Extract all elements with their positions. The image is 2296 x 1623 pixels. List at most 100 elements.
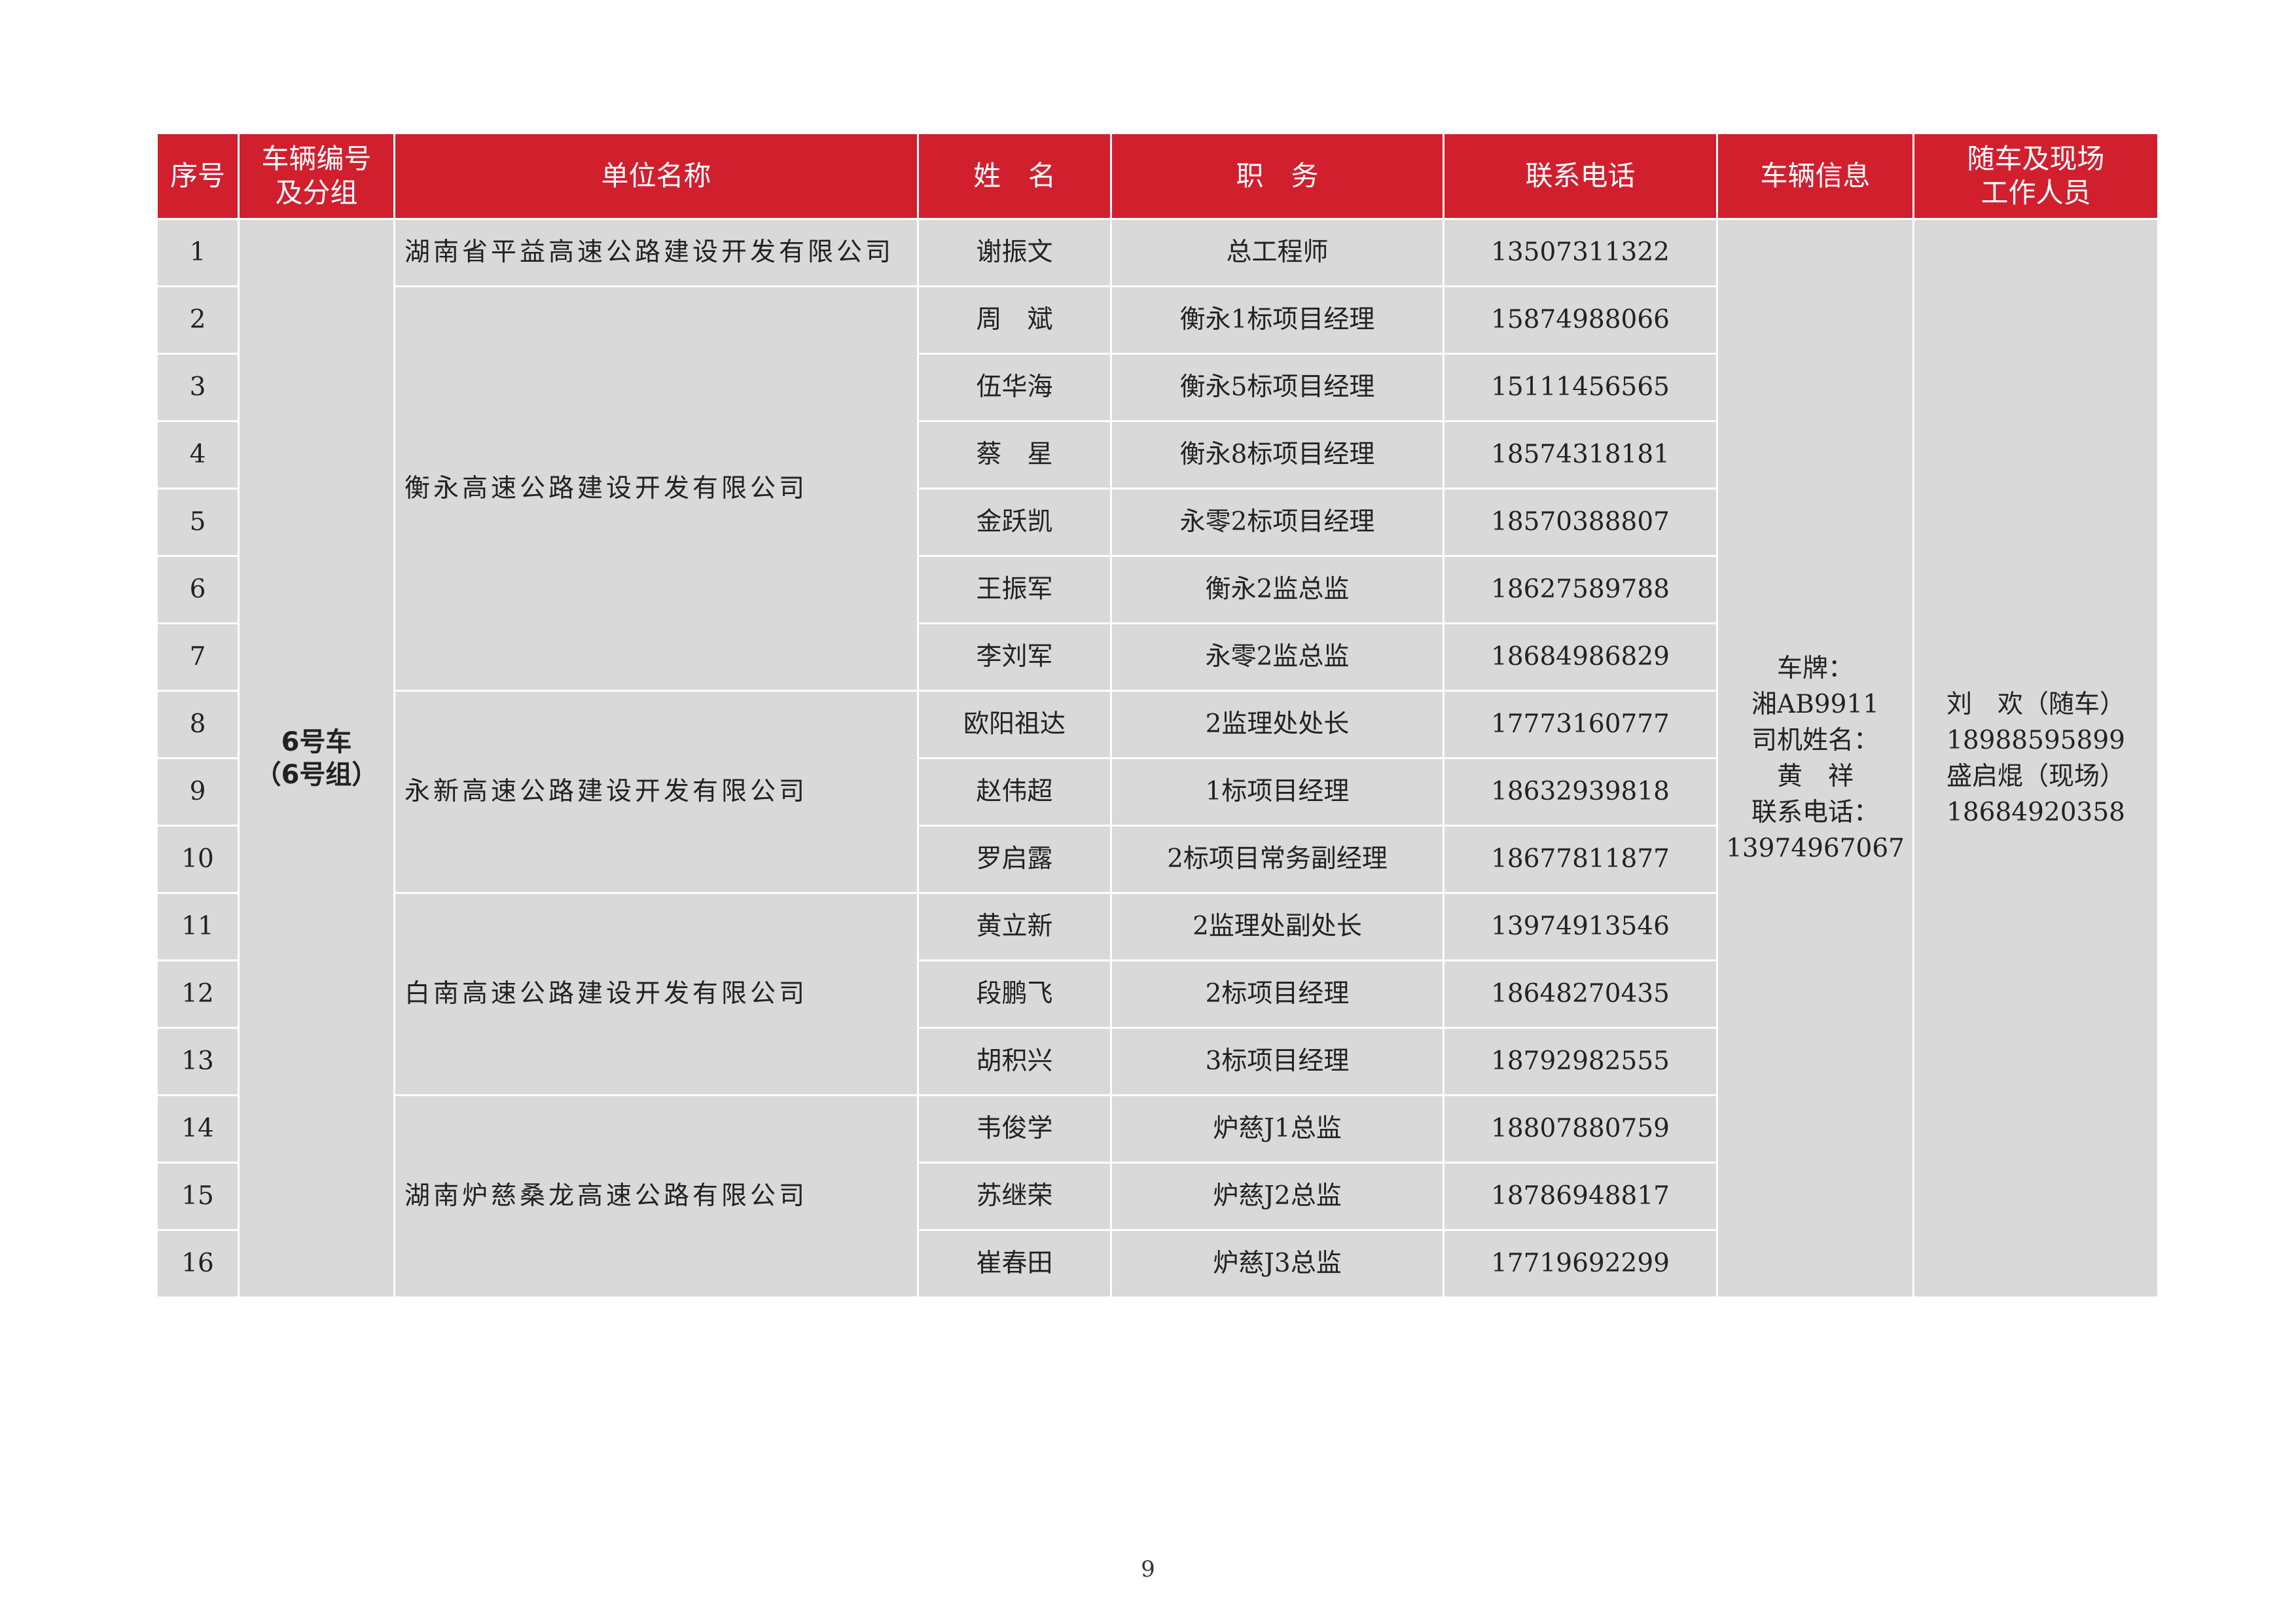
header-car-group-line2: 及分组 xyxy=(275,177,358,209)
row-seq: 10 xyxy=(156,825,240,894)
row-position: 炉慈J1总监 xyxy=(1110,1094,1444,1164)
table-row: 1 6号车 （6号组） 湖南省平益高速公路建设开发有限公司 谢振文 总工程师 1350731… xyxy=(156,218,2159,1298)
row-position: 2监理处处长 xyxy=(1110,690,1444,759)
row-seq: 13 xyxy=(156,1027,240,1096)
unit-name: 永新高速公路建设开发有限公司 xyxy=(393,690,919,894)
row-phone: 13974913546 xyxy=(1443,892,1718,961)
header-phone: 联系电话 xyxy=(1443,132,1718,220)
row-phone: 18632939818 xyxy=(1443,757,1718,827)
row-position: 2标项目经理 xyxy=(1110,959,1444,1029)
row-phone: 15874988066 xyxy=(1443,285,1718,355)
staff-line: 18988595899 xyxy=(1946,725,2125,755)
header-staff: 随车及现场 工作人员 xyxy=(1912,132,2159,220)
row-seq: 5 xyxy=(156,488,240,557)
row-phone: 13507311322 xyxy=(1443,218,1718,287)
row-position: 3标项目经理 xyxy=(1110,1027,1444,1096)
row-position: 永零2监总监 xyxy=(1110,622,1444,692)
row-name: 崔春田 xyxy=(917,1229,1112,1298)
row-position: 衡永1标项目经理 xyxy=(1110,285,1444,355)
unit-name: 湖南炉慈桑龙高速公路有限公司 xyxy=(393,1094,919,1298)
staff-cell: 刘 欢（随车） 18988595899 盛启焜（现场） 18684920358 xyxy=(1912,218,2159,1298)
row-position: 衡永8标项目经理 xyxy=(1110,420,1444,490)
row-name: 蔡 星 xyxy=(917,420,1112,490)
row-seq: 4 xyxy=(156,420,240,490)
row-name: 欧阳祖达 xyxy=(917,690,1112,759)
row-position: 永零2标项目经理 xyxy=(1110,488,1444,557)
row-position: 衡永5标项目经理 xyxy=(1110,353,1444,422)
row-seq: 9 xyxy=(156,757,240,827)
row-position: 炉慈J2总监 xyxy=(1110,1162,1444,1231)
row-phone: 18684986829 xyxy=(1443,622,1718,692)
row-seq: 12 xyxy=(156,959,240,1029)
staff-line: 18684920358 xyxy=(1946,797,2125,827)
row-phone: 18807880759 xyxy=(1443,1094,1718,1164)
vehicle-info-cell: 车牌： 湘AB9911 司机姓名： 黄 祥联系电话： 13974967067 xyxy=(1716,218,1914,1298)
row-phone: 18792982555 xyxy=(1443,1027,1718,1096)
row-name: 胡积兴 xyxy=(917,1027,1112,1096)
staff-line: 盛启焜（现场） xyxy=(1946,761,2125,791)
vehicle-info-line: 司机姓名： xyxy=(1751,725,1879,755)
row-name: 罗启露 xyxy=(917,825,1112,894)
staff-line: 刘 欢（随车） xyxy=(1946,689,2125,719)
row-phone: 18786948817 xyxy=(1443,1162,1718,1231)
header-row: 序号 车辆编号 及分组 单位名称 姓 名 职 务 联系电话 车辆信息 随车及现场… xyxy=(156,132,2159,220)
row-name: 段鹏飞 xyxy=(917,959,1112,1029)
row-name: 赵伟超 xyxy=(917,757,1112,827)
row-seq: 6 xyxy=(156,555,240,624)
row-seq: 3 xyxy=(156,353,240,422)
header-unit: 单位名称 xyxy=(393,132,919,220)
row-seq: 16 xyxy=(156,1229,240,1298)
header-car-group-line1: 车辆编号 xyxy=(261,143,372,175)
row-seq: 7 xyxy=(156,622,240,692)
row-position: 1标项目经理 xyxy=(1110,757,1444,827)
row-position: 炉慈J3总监 xyxy=(1110,1229,1444,1298)
row-position: 2标项目常务副经理 xyxy=(1110,825,1444,894)
vehicle-info-line: 联系电话： xyxy=(1751,797,1879,827)
row-phone: 18570388807 xyxy=(1443,488,1718,557)
car-group-line1: 6号车 xyxy=(281,726,352,757)
row-name: 谢振文 xyxy=(917,218,1112,287)
row-name: 黄立新 xyxy=(917,892,1112,961)
vehicle-info-line: 车牌： xyxy=(1776,653,1854,683)
row-position: 总工程师 xyxy=(1110,218,1444,287)
unit-name: 衡永高速公路建设开发有限公司 xyxy=(393,285,919,692)
page-number: 9 xyxy=(1141,1556,1155,1582)
unit-name: 白南高速公路建设开发有限公司 xyxy=(393,892,919,1096)
row-name: 苏继荣 xyxy=(917,1162,1112,1231)
car-group-line2: （6号组） xyxy=(255,759,378,790)
header-seq: 序号 xyxy=(156,132,240,220)
row-position: 2监理处副处长 xyxy=(1110,892,1444,961)
row-seq: 2 xyxy=(156,285,240,355)
header-position: 职 务 xyxy=(1110,132,1444,220)
header-staff-line2: 工作人员 xyxy=(1981,177,2091,209)
header-vehicle-info: 车辆信息 xyxy=(1716,132,1914,220)
row-name: 金跃凯 xyxy=(917,488,1112,557)
row-name: 伍华海 xyxy=(917,353,1112,422)
unit-name: 湖南省平益高速公路建设开发有限公司 xyxy=(393,218,919,287)
row-seq: 11 xyxy=(156,892,240,961)
vehicle-info-line: 黄 祥 xyxy=(1776,761,1854,791)
row-seq: 1 xyxy=(156,218,240,287)
row-phone: 15111456565 xyxy=(1443,353,1718,422)
header-staff-line1: 随车及现场 xyxy=(1967,143,2105,175)
row-phone: 18648270435 xyxy=(1443,959,1718,1029)
header-car-group: 车辆编号 及分组 xyxy=(238,132,395,220)
row-phone: 17773160777 xyxy=(1443,690,1718,759)
row-phone: 18627589788 xyxy=(1443,555,1718,624)
row-seq: 8 xyxy=(156,690,240,759)
row-name: 韦俊学 xyxy=(917,1094,1112,1164)
row-phone: 17719692299 xyxy=(1443,1229,1718,1298)
vehicle-assignment-table: 序号 车辆编号 及分组 单位名称 姓 名 职 务 联系电话 车辆信息 随车及现场… xyxy=(156,132,2159,1298)
vehicle-info-line: 13974967067 xyxy=(1726,833,1905,863)
table-body: 1 6号车 （6号组） 湖南省平益高速公路建设开发有限公司 谢振文 总工程师 1350731… xyxy=(156,218,2159,1298)
row-name: 王振军 xyxy=(917,555,1112,624)
row-phone: 18677811877 xyxy=(1443,825,1718,894)
row-seq: 14 xyxy=(156,1094,240,1164)
row-name: 周 斌 xyxy=(917,285,1112,355)
row-name: 李刘军 xyxy=(917,622,1112,692)
header-name: 姓 名 xyxy=(917,132,1112,220)
car-group-cell: 6号车 （6号组） xyxy=(238,218,395,1298)
vehicle-info-line: 湘AB9911 xyxy=(1751,689,1880,719)
row-phone: 18574318181 xyxy=(1443,420,1718,490)
row-position: 衡永2监总监 xyxy=(1110,555,1444,624)
